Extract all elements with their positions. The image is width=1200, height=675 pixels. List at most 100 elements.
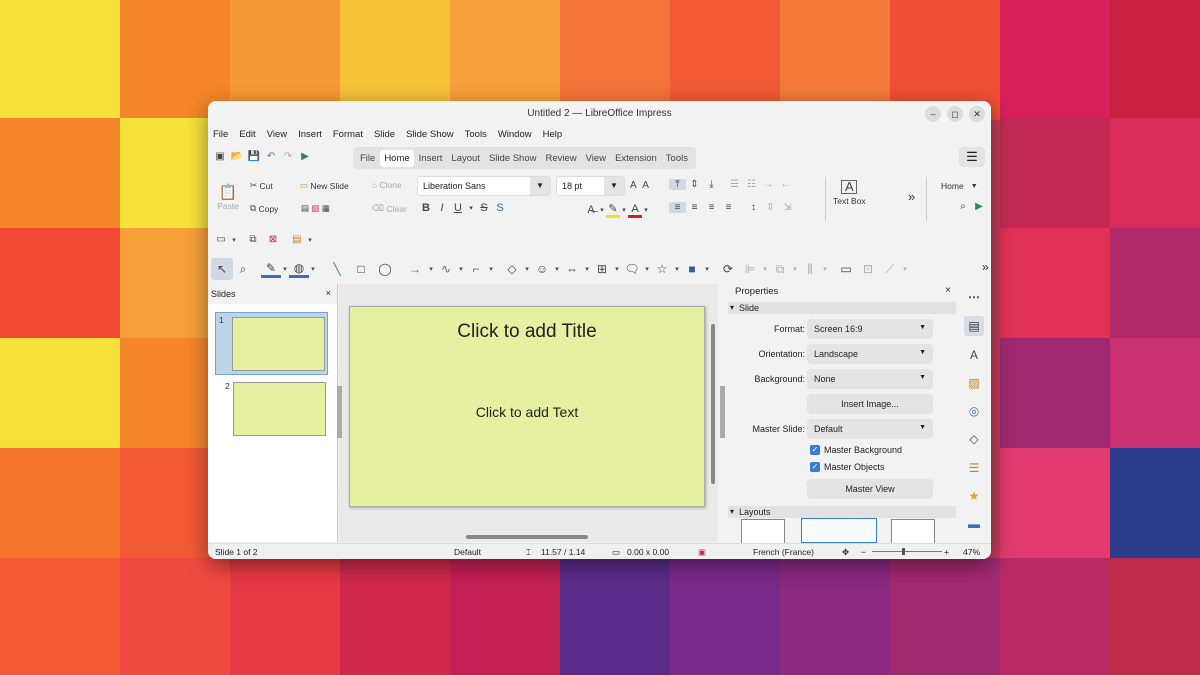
open-folder-icon[interactable]: 📂 (230, 150, 244, 164)
menu-window[interactable]: Window (498, 129, 532, 143)
more-drawing-tools-icon[interactable]: » (982, 260, 989, 274)
paragraph-spacing-icon[interactable]: ⇳ (762, 202, 779, 213)
chevron-down-icon[interactable]: ▾ (620, 206, 628, 214)
chevron-down-icon[interactable]: ▾ (642, 206, 650, 214)
menu-view[interactable]: View (267, 129, 287, 143)
crop-icon[interactable]: ⊡ (857, 262, 879, 276)
align-left-icon[interactable]: ≡ (669, 202, 686, 213)
slide-view-icon[interactable]: ▭ (213, 234, 229, 245)
start-center-icon[interactable]: ▣ (213, 150, 227, 164)
chevron-down-icon[interactable]: ▾ (523, 265, 531, 273)
chevron-down-icon[interactable]: ▾ (305, 236, 315, 244)
chevron-down-icon[interactable]: ▾ (643, 265, 651, 273)
fit-slide-icon[interactable]: ✥ (842, 547, 849, 558)
outdent-icon[interactable]: ← (777, 179, 794, 190)
rectangle-icon[interactable]: □ (349, 262, 373, 276)
font-color-icon[interactable]: A (628, 203, 642, 218)
status-zoom[interactable]: 47% (963, 547, 980, 557)
tab-extension[interactable]: Extension (611, 150, 661, 167)
chevron-down-icon[interactable]: ▾ (229, 236, 239, 244)
horizontal-scrollbar[interactable] (466, 535, 588, 539)
chevron-down-icon[interactable]: ▾ (466, 204, 476, 212)
filter-icon[interactable]: ⟋ (879, 262, 901, 277)
zoom-out-icon[interactable]: − (861, 547, 866, 557)
tab-view[interactable]: View (582, 150, 610, 167)
align-bottom-icon[interactable]: ⤓ (703, 179, 720, 190)
strikethrough-icon[interactable]: S (476, 202, 492, 214)
delete-slide-icon[interactable]: ▧ (311, 203, 319, 214)
orientation-dropdown[interactable]: Landscape ▼ (807, 344, 933, 364)
lines-arrows-icon[interactable]: → (403, 262, 427, 276)
ellipse-icon[interactable]: ◯ (373, 262, 397, 276)
chevron-down-icon[interactable]: ▾ (583, 265, 591, 273)
zoom-slider[interactable] (872, 551, 942, 552)
chevron-down-icon[interactable]: ▾ (309, 265, 317, 273)
tab-file[interactable]: File (356, 150, 379, 167)
master-view-button[interactable]: Master View (807, 479, 933, 499)
insert-image-button[interactable]: Insert Image... (807, 394, 933, 414)
paste-button[interactable]: 📋 Paste (213, 183, 243, 211)
more-icon[interactable]: ⋯ (964, 287, 984, 307)
new-slide-button[interactable]: ▭ New Slide (300, 180, 349, 191)
chevron-down-icon[interactable]: ▾ (673, 265, 681, 273)
properties-close-icon[interactable]: × (945, 285, 951, 296)
slides-pane-close-icon[interactable]: × (326, 288, 331, 298)
tab-insert[interactable]: Insert (415, 150, 447, 167)
justify-icon[interactable]: ≡ (720, 202, 737, 213)
cut-button[interactable]: ✂ Cut (250, 180, 273, 191)
clear-button[interactable]: ⌫ Clear (372, 203, 407, 214)
connectors-icon[interactable]: ⌐ (465, 262, 487, 276)
stars-icon[interactable]: ☆ (651, 262, 673, 276)
chevron-down-icon[interactable]: ▾ (791, 265, 799, 273)
character-spacing-icon[interactable]: A̶ (584, 204, 598, 216)
line-color-icon[interactable]: ✎ (261, 261, 281, 278)
bullet-list-icon[interactable]: ☰ (726, 179, 743, 190)
slide-transition-icon[interactable]: ★ (964, 486, 984, 506)
basic-shapes-icon[interactable]: ◇ (501, 262, 523, 276)
zoom-in-icon[interactable]: + (944, 547, 949, 557)
layout-title-content-selected[interactable] (801, 518, 877, 543)
menu-slide[interactable]: Slide (374, 129, 395, 143)
start-slideshow-icon[interactable]: ▶ (971, 201, 987, 212)
chevron-down-icon[interactable]: ▾ (553, 265, 561, 273)
slide-properties-icon[interactable]: ▦ (322, 203, 330, 214)
properties-deck-icon[interactable]: ▤ (964, 316, 984, 336)
home-dropdown[interactable]: Home ▼ (941, 181, 978, 191)
format-dropdown[interactable]: Screen 16:9 ▼ (807, 319, 933, 339)
slides-pane-resize-grip[interactable] (337, 386, 342, 438)
block-arrows-icon[interactable]: ⇔ (561, 262, 583, 276)
underline-icon[interactable]: U (450, 202, 466, 214)
master-background-checkbox[interactable]: ✓ Master Background (810, 445, 902, 455)
tab-home[interactable]: Home (380, 149, 414, 167)
line-icon[interactable]: ╲ (325, 262, 349, 276)
maximize-button[interactable]: ◻ (947, 106, 963, 122)
chevron-down-icon[interactable]: ▾ (427, 265, 435, 273)
highlight-color-icon[interactable]: ✎ (606, 202, 620, 218)
numbered-list-icon[interactable]: ☷ (743, 179, 760, 190)
chevron-down-icon[interactable]: ▾ (457, 265, 465, 273)
line-spacing-icon[interactable]: ↕ (745, 202, 762, 213)
menu-slide-show[interactable]: Slide Show (406, 129, 454, 143)
tab-layout[interactable]: Layout (447, 150, 484, 167)
document-modified-icon[interactable]: ▣ (698, 547, 706, 558)
align-right-icon[interactable]: ≡ (703, 202, 720, 213)
menu-insert[interactable]: Insert (298, 129, 322, 143)
align-objects-icon[interactable]: ⊫ (739, 262, 761, 276)
grow-font-icon[interactable]: A (630, 180, 637, 191)
master-objects-checkbox[interactable]: ✓ Master Objects (810, 462, 885, 472)
italic-icon[interactable]: I (434, 202, 450, 214)
menu-tools[interactable]: Tools (465, 129, 487, 143)
shrink-font-icon[interactable]: A (642, 180, 649, 191)
chevron-down-icon[interactable]: ▾ (281, 265, 289, 273)
fill-color-icon[interactable]: ◍ (289, 261, 309, 278)
chevron-down-icon[interactable]: ▾ (613, 265, 621, 273)
3d-objects-icon[interactable]: ■ (681, 262, 703, 276)
animation-icon[interactable]: ☰ (964, 458, 984, 478)
align-top-icon[interactable]: ⤒ (669, 179, 686, 190)
chevron-down-icon[interactable]: ▾ (821, 265, 829, 273)
find-replace-icon[interactable]: ⌕ (955, 201, 971, 212)
shapes-icon[interactable]: ◇ (964, 429, 984, 449)
menu-file[interactable]: File (213, 129, 228, 143)
callouts-icon[interactable]: 🗨 (621, 262, 643, 276)
font-size-combo[interactable]: 18 pt ▼ (556, 176, 625, 196)
